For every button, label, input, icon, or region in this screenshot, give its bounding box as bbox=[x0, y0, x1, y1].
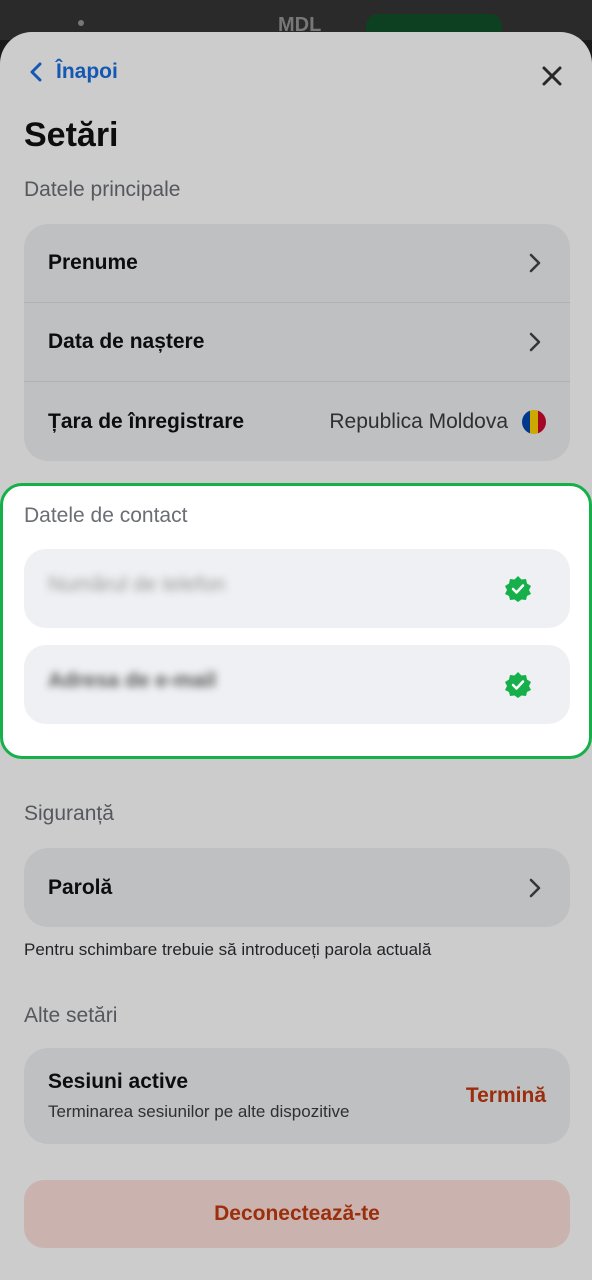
sessions-card: Sesiuni active Terminarea sesiunilor pe … bbox=[24, 1048, 570, 1144]
back-button[interactable]: Înapoi bbox=[30, 60, 118, 84]
close-icon[interactable] bbox=[538, 62, 566, 90]
row-label: Data de naștere bbox=[48, 330, 205, 353]
back-label: Înapoi bbox=[56, 60, 118, 83]
phone-field[interactable]: Numărul de telefon bbox=[24, 549, 570, 628]
row-birth-date[interactable]: Data de naștere bbox=[24, 303, 570, 382]
row-password[interactable]: Parolă bbox=[24, 848, 570, 927]
chevron-right-icon bbox=[529, 332, 541, 352]
sessions-title: Sesiuni active bbox=[48, 1070, 189, 1093]
main-data-card: Prenume Data de naștere Țara de înregist… bbox=[24, 224, 570, 461]
sessions-subtitle: Terminarea sesiunilor pe alte dispozitiv… bbox=[48, 1102, 350, 1121]
contact-section-highlight: Datele de contact Numărul de telefon Adr… bbox=[0, 483, 592, 759]
page-title: Setări bbox=[24, 116, 119, 154]
settings-sheet: Înapoi Setări Datele principale Prenume … bbox=[0, 32, 592, 1280]
verified-check-icon bbox=[505, 672, 531, 698]
email-label-blurred: Adresa de e-mail bbox=[48, 669, 217, 692]
section-heading-contact: Datele de contact bbox=[24, 504, 188, 527]
password-hint: Pentru schimbare trebuie să introduceți … bbox=[24, 940, 432, 959]
phone-label-blurred: Numărul de telefon bbox=[48, 573, 226, 596]
section-heading-other: Alte setări bbox=[24, 1004, 118, 1027]
section-heading-security: Siguranță bbox=[24, 802, 114, 825]
row-first-name[interactable]: Prenume bbox=[24, 224, 570, 303]
row-label: Prenume bbox=[48, 251, 138, 274]
security-card: Parolă bbox=[24, 848, 570, 927]
verified-check-icon bbox=[505, 576, 531, 602]
section-heading-main: Datele principale bbox=[24, 178, 181, 201]
moldova-flag-icon bbox=[522, 409, 546, 434]
row-registration-country: Țara de înregistrare Republica Moldova bbox=[24, 382, 570, 461]
chevron-left-icon bbox=[30, 62, 42, 82]
email-field[interactable]: Adresa de e-mail bbox=[24, 645, 570, 724]
camera-dot bbox=[78, 20, 84, 26]
chevron-right-icon bbox=[529, 878, 541, 897]
country-value: Republica Moldova bbox=[329, 409, 508, 433]
terminate-sessions-button[interactable]: Termină bbox=[466, 1084, 546, 1108]
logout-button[interactable]: Deconectează-te bbox=[24, 1180, 570, 1248]
row-label: Țara de înregistrare bbox=[48, 409, 245, 433]
row-label: Parolă bbox=[48, 875, 113, 899]
chevron-right-icon bbox=[529, 253, 541, 273]
